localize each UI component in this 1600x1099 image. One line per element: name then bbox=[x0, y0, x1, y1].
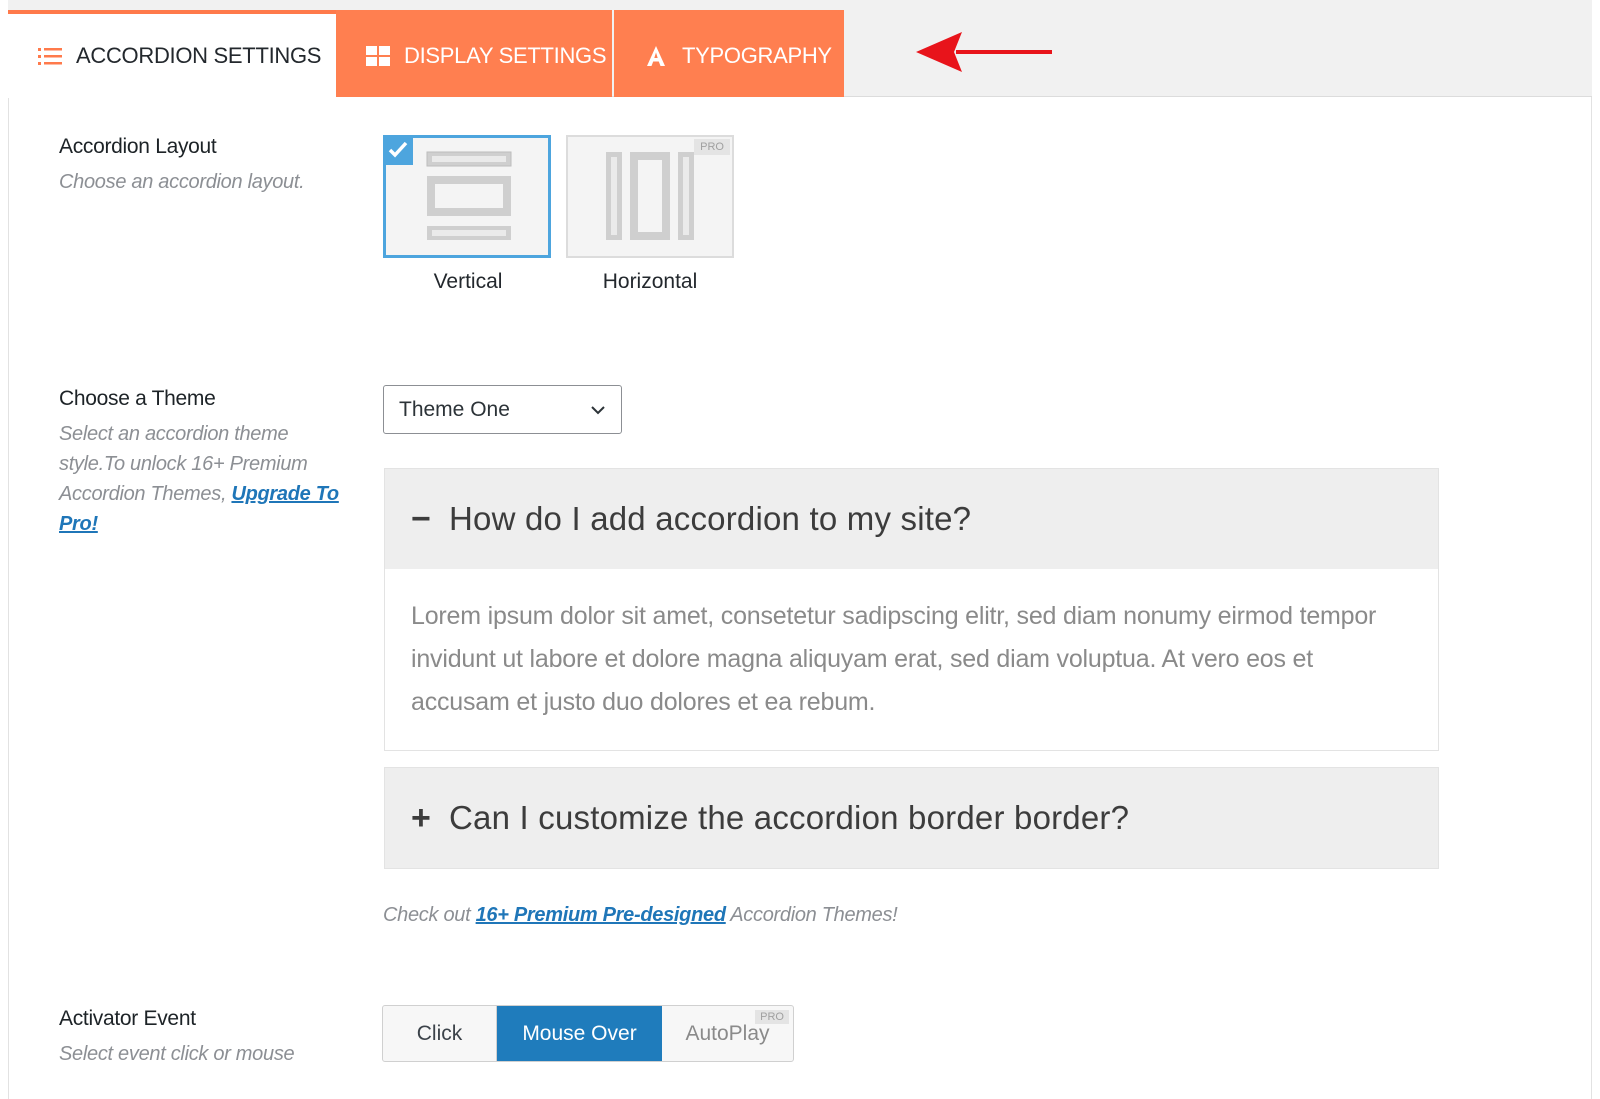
checkmark-icon bbox=[383, 135, 413, 165]
layout-field-label: Accordion Layout Choose an accordion lay… bbox=[59, 135, 349, 197]
tab-label: TYPOGRAPHY bbox=[682, 42, 832, 68]
tab-label: DISPLAY SETTINGS bbox=[404, 42, 607, 68]
theme-select[interactable]: Theme One bbox=[383, 385, 622, 434]
plus-icon: + bbox=[411, 798, 432, 837]
accordion-answer: Lorem ipsum dolor sit amet, consetetur s… bbox=[411, 602, 1377, 716]
grid-icon bbox=[366, 44, 390, 68]
chevron-down-icon bbox=[591, 406, 605, 415]
layout-option-horizontal[interactable]: PRO bbox=[566, 135, 734, 258]
theme-field-label: Choose a Theme Select an accordion theme… bbox=[59, 387, 349, 539]
pro-badge: PRO bbox=[755, 1010, 789, 1024]
accordion-header[interactable]: − How do I add accordion to my site? bbox=[385, 469, 1438, 569]
field-description: Select event click or mouse bbox=[59, 1043, 295, 1065]
activator-button-group: Click Mouse Over PRO AutoPlay bbox=[382, 1005, 794, 1062]
red-arrow-icon bbox=[916, 32, 1052, 72]
autoplay-label: AutoPlay bbox=[685, 1021, 770, 1045]
field-title: Activator Event bbox=[59, 1007, 196, 1030]
accordion-header[interactable]: + Can I customize the accordion border b… bbox=[385, 768, 1438, 868]
layout-option-label: Vertical bbox=[433, 270, 503, 293]
tab-typography[interactable]: TYPOGRAPHY bbox=[614, 10, 844, 97]
field-description: Choose an accordion layout. bbox=[59, 171, 305, 193]
layout-option-vertical[interactable] bbox=[383, 135, 551, 258]
minus-icon: − bbox=[411, 499, 432, 538]
field-title: Choose a Theme bbox=[59, 387, 216, 410]
font-icon bbox=[644, 44, 668, 68]
click-button[interactable]: Click bbox=[383, 1006, 497, 1061]
activator-field-label: Activator Event Select event click or mo… bbox=[59, 1007, 349, 1069]
note-prefix: Check out bbox=[383, 904, 476, 926]
premium-themes-link[interactable]: 16+ Premium Pre-designed bbox=[476, 904, 726, 926]
list-icon bbox=[38, 44, 62, 68]
theme-select-value: Theme One bbox=[399, 397, 510, 421]
layout-option-label: Horizontal bbox=[602, 270, 698, 293]
tab-label: ACCORDION SETTINGS bbox=[76, 43, 322, 68]
tab-display-settings[interactable]: DISPLAY SETTINGS bbox=[336, 10, 612, 97]
field-description: Select an accordion theme style.To unloc… bbox=[59, 419, 349, 539]
tab-bar: ACCORDION SETTINGS DISPLAY SETTINGS TYPO… bbox=[8, 0, 1592, 98]
accordion-preview-item-closed: + Can I customize the accordion border b… bbox=[384, 767, 1439, 869]
accordion-question: How do I add accordion to my site? bbox=[449, 500, 972, 537]
premium-themes-note: Check out 16+ Premium Pre-designed Accor… bbox=[383, 904, 898, 927]
autoplay-button[interactable]: PRO AutoPlay bbox=[662, 1006, 793, 1061]
note-suffix: Accordion Themes! bbox=[725, 904, 898, 926]
field-title: Accordion Layout bbox=[59, 135, 217, 158]
mouse-over-button[interactable]: Mouse Over bbox=[497, 1006, 662, 1061]
accordion-question: Can I customize the accordion border bor… bbox=[449, 799, 1130, 836]
tab-accordion-settings[interactable]: ACCORDION SETTINGS bbox=[8, 10, 336, 98]
accordion-preview-item-open: − How do I add accordion to my site? Lor… bbox=[384, 468, 1439, 751]
pro-badge: PRO bbox=[694, 139, 730, 155]
